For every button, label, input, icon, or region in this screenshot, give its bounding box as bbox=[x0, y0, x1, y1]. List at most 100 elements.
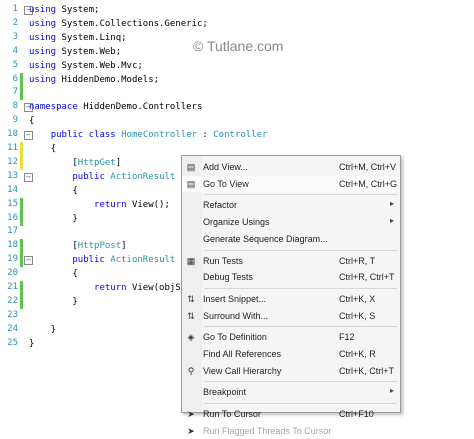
menu-item-shortcut: F12 bbox=[339, 332, 355, 343]
change-marker bbox=[20, 86, 23, 101]
menu-item-shortcut: Ctrl+M, Ctrl+G bbox=[339, 178, 398, 189]
code-line[interactable]: 7 bbox=[0, 86, 474, 101]
menu-separator bbox=[204, 287, 397, 289]
menu-separator bbox=[204, 326, 397, 328]
code-text: using System.Web; bbox=[29, 46, 122, 57]
line-number: 20 bbox=[7, 268, 18, 279]
menu-item-shortcut: Ctrl+K, Ctrl+T bbox=[339, 365, 395, 376]
menu-item-shortcut: Ctrl+R, Ctrl+T bbox=[339, 272, 395, 283]
menu-item-generate-sequence-diagram[interactable]: Generate Sequence Diagram... bbox=[182, 231, 400, 247]
line-number: 22 bbox=[7, 295, 18, 306]
line-number: 16 bbox=[7, 212, 18, 223]
add-view-icon: ▤ bbox=[186, 162, 196, 172]
code-line[interactable]: 11 { bbox=[0, 142, 474, 156]
code-line[interactable]: 8− namespace HiddenDemo.Controllers bbox=[0, 100, 474, 114]
menu-item-go-to-definition[interactable]: ◈ Go To Definition F12 bbox=[182, 329, 400, 345]
line-number: 8 bbox=[12, 101, 18, 112]
menu-item-view-call-hierarchy[interactable]: ⚲ View Call Hierarchy Ctrl+K, Ctrl+T bbox=[182, 363, 400, 379]
code-text: { bbox=[29, 116, 35, 127]
menu-item-run-flagged-threads-to-cursor: ➤ Run Flagged Threads To Cursor bbox=[182, 423, 400, 439]
code-text: using System.Collections.Generic; bbox=[29, 18, 208, 29]
submenu-arrow-icon: ▸ bbox=[390, 199, 395, 209]
line-number: 12 bbox=[7, 156, 18, 167]
menu-item-label: Run Flagged Threads To Cursor bbox=[203, 425, 332, 436]
submenu-arrow-icon: ▸ bbox=[390, 386, 395, 396]
menu-item-organize-usings[interactable]: Organize Usings ▸ bbox=[182, 214, 400, 230]
line-number: 6 bbox=[12, 73, 18, 84]
line-number: 11 bbox=[7, 143, 18, 153]
code-line[interactable]: 1− using System; bbox=[0, 3, 474, 17]
line-number: 21 bbox=[7, 282, 18, 292]
menu-item-label: Find All References bbox=[203, 349, 282, 359]
menu-separator bbox=[204, 249, 397, 251]
code-line[interactable]: 2 using System.Collections.Generic; bbox=[0, 17, 474, 31]
change-marker bbox=[20, 211, 23, 226]
code-line[interactable]: 10− public class HomeController : Contro… bbox=[0, 128, 474, 142]
code-text: namespace HiddenDemo.Controllers bbox=[29, 102, 203, 113]
change-marker bbox=[20, 72, 23, 87]
menu-item-label: Organize Usings bbox=[203, 217, 270, 228]
line-number: 7 bbox=[12, 87, 18, 98]
menu-item-refactor[interactable]: Refactor ▸ bbox=[182, 197, 400, 213]
code-text: using System.Linq; bbox=[29, 32, 127, 43]
menu-item-shortcut: Ctrl+K, X bbox=[339, 293, 376, 304]
menu-item-label: Insert Snippet... bbox=[203, 293, 267, 304]
menu-item-label: Go To Definition bbox=[203, 332, 267, 343]
menu-separator bbox=[204, 194, 397, 196]
line-number: 10 bbox=[7, 129, 18, 140]
menu-item-run-to-cursor[interactable]: ➤ Run To Cursor Ctrl+F10 bbox=[182, 406, 400, 422]
code-line[interactable]: 3 using System.Linq; bbox=[0, 31, 474, 45]
code-text: } bbox=[29, 338, 35, 349]
change-marker bbox=[20, 155, 23, 170]
code-text: public class HomeController : Controller bbox=[50, 130, 268, 141]
run-flagged-threads-icon: ➤ bbox=[187, 425, 195, 436]
menu-item-label: Surround With... bbox=[203, 310, 269, 321]
menu-item-shortcut: Ctrl+K, S bbox=[339, 310, 376, 321]
surround-with-icon: ⇅ bbox=[187, 310, 195, 321]
menu-separator bbox=[204, 403, 397, 405]
menu-item-shortcut: Ctrl+K, R bbox=[339, 349, 376, 359]
menu-item-breakpoint[interactable]: Breakpoint ▸ bbox=[182, 384, 400, 400]
code-line[interactable]: 5 using System.Web.Mvc; bbox=[0, 59, 474, 73]
code-text: { bbox=[29, 269, 78, 280]
code-text: using System; bbox=[29, 5, 100, 15]
menu-item-insert-snippet[interactable]: ⇅ Insert Snippet... Ctrl+K, X bbox=[182, 291, 400, 307]
menu-item-run-tests[interactable]: ▦ Run Tests Ctrl+R, T bbox=[182, 253, 400, 269]
line-number: 5 bbox=[12, 59, 18, 70]
menu-item-label: Refactor bbox=[203, 200, 238, 211]
change-marker bbox=[20, 197, 23, 212]
go-to-view-icon: ▤ bbox=[186, 178, 196, 189]
menu-item-label: Generate Sequence Diagram... bbox=[203, 233, 328, 244]
line-number: 13 bbox=[7, 170, 18, 181]
menu-item-label: View Call Hierarchy bbox=[203, 365, 282, 376]
menu-item-label: Run Tests bbox=[203, 255, 243, 266]
line-number: 15 bbox=[7, 198, 18, 209]
code-text: } bbox=[29, 324, 57, 335]
change-marker bbox=[20, 142, 23, 156]
code-text: [HttpGet] bbox=[29, 157, 122, 168]
code-line[interactable]: 6 using HiddenDemo.Models; bbox=[0, 72, 474, 87]
menu-item-label: Go To View bbox=[203, 178, 249, 189]
line-number: 23 bbox=[7, 309, 18, 320]
line-number: 24 bbox=[7, 323, 18, 334]
line-number: 17 bbox=[7, 226, 18, 237]
code-text: return View(objSM); bbox=[94, 283, 197, 293]
menu-item-surround-with[interactable]: ⇅ Surround With... Ctrl+K, S bbox=[182, 308, 400, 324]
line-number: 3 bbox=[12, 31, 18, 42]
menu-separator bbox=[204, 381, 397, 383]
code-text: } bbox=[29, 213, 78, 224]
code-line[interactable]: 9{ bbox=[0, 114, 474, 128]
menu-item-go-to-view[interactable]: ▤ Go To View Ctrl+M, Ctrl+G bbox=[182, 175, 400, 192]
change-marker bbox=[20, 294, 23, 309]
menu-item-find-all-references[interactable]: Find All References Ctrl+K, R bbox=[182, 346, 400, 362]
run-to-cursor-icon: ➤ bbox=[187, 409, 195, 420]
line-number: 9 bbox=[12, 115, 18, 126]
line-number: 4 bbox=[12, 45, 18, 56]
change-marker bbox=[20, 253, 23, 268]
code-line[interactable]: 4 using System.Web; bbox=[0, 45, 474, 59]
menu-item-add-view[interactable]: ▤ Add View... Ctrl+M, Ctrl+V bbox=[182, 159, 400, 175]
line-number: 19 bbox=[7, 254, 18, 265]
menu-item-debug-tests[interactable]: Debug Tests Ctrl+R, Ctrl+T bbox=[182, 269, 400, 285]
go-to-definition-icon: ◈ bbox=[187, 332, 195, 343]
run-tests-icon: ▦ bbox=[186, 255, 196, 266]
